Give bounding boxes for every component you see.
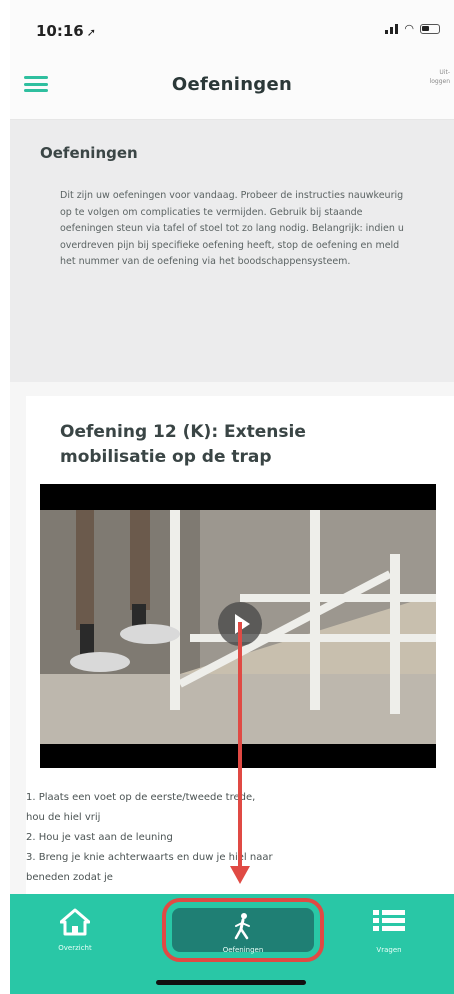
- nav-exercises-active: Oefeningen: [172, 908, 314, 954]
- play-button[interactable]: [218, 602, 262, 646]
- home-indicator: [156, 980, 306, 985]
- walking-person-icon: [234, 913, 250, 940]
- nav-exercises[interactable]: Oefeningen: [162, 898, 324, 962]
- location-icon: ➚: [86, 26, 96, 39]
- phone-screen: 10:16 ➚ ◠ Oefeningen Uit- loggen Oefening…: [10, 0, 454, 994]
- home-icon: [59, 908, 91, 936]
- exercise-card: Oefening 12 (K): Extensie mobilisatie op…: [26, 396, 454, 916]
- step-line: hou de hiel vrij: [26, 812, 101, 823]
- nav-overview-label: Overzicht: [58, 944, 92, 952]
- nav-questions-label: Vragen: [376, 946, 402, 954]
- app-header: Oefeningen Uit- loggen: [10, 52, 454, 120]
- step-line: 1. Plaats een voet op de eerste/tweede t…: [26, 792, 256, 803]
- signal-icon: [385, 23, 399, 34]
- status-time-text: 10:16: [36, 22, 84, 40]
- status-bar: 10:16 ➚ ◠: [10, 0, 454, 52]
- list-icon: [373, 910, 405, 931]
- nav-exercises-label: Oefeningen: [222, 946, 264, 954]
- exercise-video[interactable]: [40, 484, 436, 768]
- exercise-title: Oefening 12 (K): Extensie mobilisatie op…: [60, 422, 306, 467]
- status-time: 10:16 ➚: [36, 22, 96, 40]
- intro-card: Oefeningen Dit zijn uw oefeningen voor v…: [10, 120, 454, 382]
- intro-title: Oefeningen: [40, 144, 138, 162]
- bottom-navigation: Overzicht Oefeningen Vragen: [10, 894, 454, 994]
- step-line: 2. Hou je vast aan de leuning: [26, 832, 173, 843]
- status-icons: ◠: [385, 22, 440, 35]
- page-title: Oefeningen: [171, 74, 293, 95]
- step-line: beneden zodat je: [26, 872, 113, 883]
- intro-text: Dit zijn uw oefeningen voor vandaag. Pro…: [60, 190, 404, 267]
- nav-questions[interactable]: Vragen: [344, 908, 434, 954]
- wifi-icon: ◠: [404, 22, 414, 35]
- exercise-steps: 1. Plaats een voet op de eerste/tweede t…: [26, 788, 446, 888]
- logout-button[interactable]: Uit- loggen: [410, 68, 450, 86]
- step-line: 3. Breng je knie achterwaarts en duw je …: [26, 852, 273, 863]
- battery-icon: [420, 23, 440, 34]
- nav-overview[interactable]: Overzicht: [30, 908, 120, 952]
